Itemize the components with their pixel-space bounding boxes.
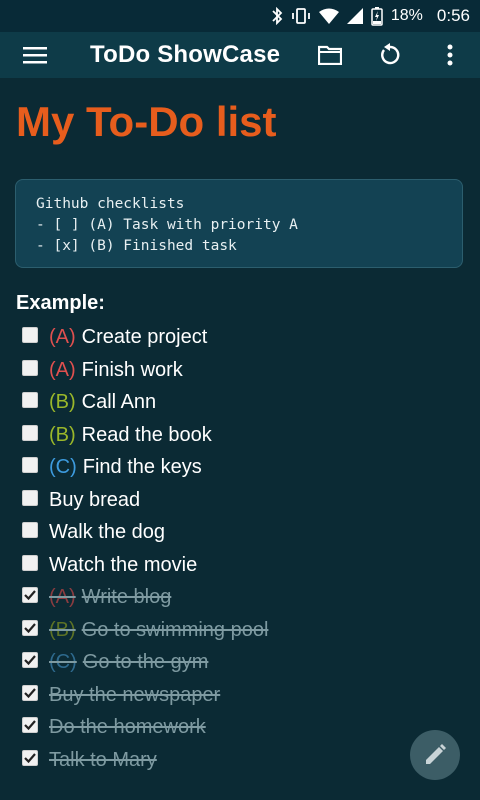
checkmark-icon — [24, 720, 36, 731]
unchecked-checkbox[interactable] — [22, 359, 38, 376]
todo-item[interactable]: (C) Go to the gym — [0, 646, 480, 679]
todo-item-text: (B) Read the book — [49, 423, 212, 447]
checked-checkbox[interactable] — [22, 619, 38, 636]
clock: 0:56 — [436, 6, 470, 25]
todo-item-text: (B) Call Ann — [49, 390, 156, 414]
todo-item[interactable]: (B) Go to swimming pool — [0, 614, 480, 647]
todo-item[interactable]: Walk the dog — [0, 516, 480, 549]
priority-tag: (B) — [49, 423, 76, 446]
todo-item[interactable]: Watch the movie — [0, 549, 480, 582]
todo-item-label: Write blog — [81, 586, 172, 608]
example-label: Example: — [16, 292, 105, 314]
todo-item[interactable]: (C) Find the keys — [0, 451, 480, 484]
unchecked-checkbox[interactable] — [22, 392, 38, 408]
todo-item-text: (B) Go to swimming pool — [49, 618, 268, 642]
unchecked-checkbox[interactable] — [22, 522, 38, 538]
todo-item-label: Walk the dog — [49, 521, 165, 543]
app-title: ToDo ShowCase — [90, 41, 281, 68]
todo-item-text: Walk the dog — [49, 520, 165, 544]
checked-checkbox[interactable] — [22, 717, 38, 733]
checkmark-icon — [24, 687, 36, 698]
todo-item-text: (A) Create project — [49, 325, 207, 349]
unchecked-checkbox[interactable] — [22, 489, 38, 506]
checkmark-icon — [24, 622, 36, 633]
todo-item[interactable]: (A) Finish work — [0, 354, 480, 387]
status-bar: 18% 0:56 — [0, 0, 480, 32]
todo-item[interactable]: Talk to Mary — [0, 744, 480, 777]
vibrate-icon — [291, 7, 311, 25]
todo-item[interactable]: Do the homework — [0, 711, 480, 744]
checkmark-icon — [24, 590, 36, 601]
checked-checkbox[interactable] — [22, 749, 38, 766]
wifi-icon — [318, 8, 339, 24]
todo-item-label: Buy the newspaper — [49, 683, 221, 706]
todo-item-text: Do the homework — [49, 715, 206, 739]
app-bar: ToDo ShowCase — [0, 32, 480, 78]
priority-tag: (A) — [49, 326, 76, 348]
todo-item-label: Buy bread — [49, 488, 141, 511]
todo-item-label: Do the homework — [49, 716, 206, 738]
todo-item[interactable]: (A) Create project — [0, 321, 480, 354]
todo-item-text: (C) Go to the gym — [49, 650, 208, 674]
todo-item-text: (A) Finish work — [49, 358, 183, 382]
cell-signal-icon — [346, 8, 363, 24]
checked-checkbox[interactable] — [22, 684, 38, 701]
todo-item-text: Buy bread — [49, 488, 140, 512]
todo-item-text: (A) Write blog — [49, 585, 171, 609]
todo-item-label: Find the keys — [82, 456, 202, 478]
refresh-icon — [381, 43, 400, 65]
folder-icon — [318, 45, 342, 65]
todo-item-label: Read the book — [81, 423, 212, 446]
todo-item-label: Go to the gym — [82, 651, 209, 673]
todo-item-label: Create project — [81, 326, 208, 348]
todo-item[interactable]: (B) Call Ann — [0, 386, 480, 419]
checked-checkbox[interactable] — [22, 587, 38, 603]
todo-item-text: Talk to Mary — [49, 748, 157, 772]
edit-fab-button[interactable] — [410, 730, 460, 780]
unchecked-checkbox[interactable] — [22, 554, 38, 571]
priority-tag: (C) — [49, 456, 77, 478]
todo-item-text: Buy the newspaper — [49, 683, 220, 707]
todo-item[interactable]: (A) Write blog — [0, 581, 480, 614]
code-block: Github checklists - [ ] (A) Task with pr… — [15, 179, 463, 268]
battery-percent: 18% — [390, 7, 423, 24]
priority-tag: (A) — [49, 586, 76, 608]
priority-tag: (A) — [49, 358, 76, 381]
checkmark-icon — [24, 655, 36, 666]
todo-item-label: Call Ann — [81, 391, 157, 413]
unchecked-checkbox[interactable] — [22, 457, 38, 473]
refresh-button[interactable] — [360, 32, 420, 78]
bluetooth-icon — [271, 7, 283, 25]
priority-tag: (C) — [49, 651, 77, 673]
todo-item[interactable]: (B) Read the book — [0, 419, 480, 452]
pencil-edit-icon — [426, 744, 446, 764]
todo-item-text: (C) Find the keys — [49, 455, 202, 479]
unchecked-checkbox[interactable] — [22, 424, 38, 441]
todo-item-label: Go to swimming pool — [81, 618, 269, 641]
more-options-button[interactable] — [420, 32, 480, 78]
page-heading: My To-Do list — [16, 98, 277, 145]
more-vert-icon — [447, 44, 453, 66]
hamburger-menu-button[interactable] — [0, 32, 70, 78]
todo-item-label: Watch the movie — [49, 553, 198, 576]
battery-charging-icon — [371, 6, 383, 26]
todo-item[interactable]: Buy bread — [0, 484, 480, 517]
open-folder-button[interactable] — [300, 32, 360, 78]
todo-item-label: Finish work — [81, 358, 183, 381]
todo-item-text: Watch the movie — [49, 553, 197, 577]
checkmark-icon — [24, 752, 36, 763]
todo-item[interactable]: Buy the newspaper — [0, 679, 480, 712]
todo-list: (A) Create project (A) Finish work (B) Call A… — [0, 321, 480, 776]
priority-tag: (B) — [49, 391, 76, 413]
unchecked-checkbox[interactable] — [22, 327, 38, 343]
todo-item-label: Talk to Mary — [49, 748, 157, 771]
priority-tag: (B) — [49, 618, 76, 641]
checked-checkbox[interactable] — [22, 652, 38, 668]
content-area: My To-Do list Github checklists - [ ] (A… — [0, 78, 480, 800]
hamburger-menu-icon — [23, 47, 47, 64]
